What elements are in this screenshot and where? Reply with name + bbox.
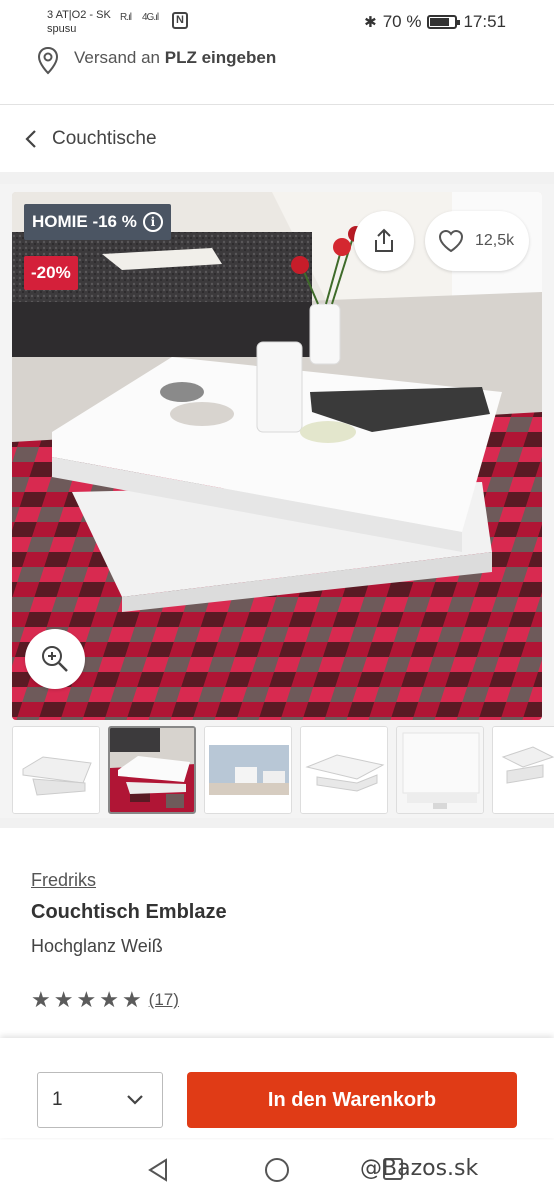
star-icon: ★ [76, 987, 97, 1012]
homie-badge[interactable]: HOMIE -16 % i [24, 204, 171, 240]
thumbnail-image [110, 728, 194, 812]
quantity-value: 1 [52, 1089, 63, 1110]
zoom-button[interactable] [25, 629, 85, 689]
quantity-select[interactable]: 1 [37, 1072, 163, 1128]
system-nav-bar: @Bazos.sk [0, 1140, 554, 1200]
battery-icon [427, 15, 461, 29]
discount-badge: -20% [24, 256, 78, 290]
postal-code-action[interactable]: PLZ eingeben [165, 48, 276, 67]
thumbnail-4[interactable] [300, 726, 388, 814]
rating[interactable]: ★ ★ ★ ★ ★ (17) [31, 989, 179, 1011]
chevron-down-icon [127, 1095, 143, 1105]
star-icon: ★ [53, 987, 74, 1012]
divider [0, 104, 554, 105]
pin-icon [37, 46, 59, 75]
star-icon: ★ [31, 987, 51, 1012]
favorite-button[interactable]: 12,5k [425, 211, 529, 271]
watermark: @Bazos.sk [360, 1156, 479, 1181]
info-icon[interactable]: i [142, 212, 163, 232]
heart-icon [438, 229, 464, 253]
status-right: ✱ 70 % 17:51 [364, 12, 506, 32]
home-icon[interactable] [264, 1157, 290, 1183]
thumbnail-image [493, 727, 554, 813]
thumbnail-5[interactable] [396, 726, 484, 814]
shipping-prefix: Versand an [74, 48, 161, 67]
product-subtitle: Hochglanz Weiß [31, 936, 163, 956]
purchase-bar: 1 In den Warenkorb [0, 1038, 554, 1138]
star-icon: ★ [121, 987, 142, 1012]
chevron-left-icon[interactable] [24, 129, 38, 149]
product-info: Fredriks Couchtisch Emblaze Hochglanz We… [0, 828, 554, 1038]
homie-badge-label: HOMIE -16 % [32, 212, 137, 231]
thumbnail-3[interactable] [204, 726, 292, 814]
brand-link[interactable]: Fredriks [31, 870, 96, 891]
thumbnail-2[interactable] [108, 726, 196, 814]
zoom-in-icon [42, 646, 68, 672]
thumbnail-image [301, 727, 387, 813]
product-photo [12, 192, 542, 720]
signal-icon-2: 4G.ıl [142, 12, 159, 23]
share-button[interactable] [354, 211, 414, 271]
status-bar: 3 AT|O2 - SK spusu R.ıl 4G.ıl N ✱ 70 % 1… [0, 0, 554, 42]
thumbnail-image [13, 727, 99, 813]
shipping-row[interactable]: Versand an PLZ eingeben [0, 40, 554, 104]
review-count[interactable]: (17) [149, 990, 179, 1010]
carrier-info: 3 AT|O2 - SK spusu [47, 8, 111, 36]
section-spacer [0, 818, 554, 828]
star-icon: ★ [99, 987, 119, 1012]
thumbnail-1[interactable] [12, 726, 100, 814]
add-to-cart-button[interactable]: In den Warenkorb [187, 1072, 517, 1128]
shipping-text[interactable]: Versand an PLZ eingeben [74, 48, 276, 68]
thumbnail-6[interactable] [492, 726, 554, 814]
breadcrumb[interactable]: Couchtische [0, 110, 554, 168]
thumbnail-image [397, 727, 483, 813]
signal-icon-1: R.ıl [120, 12, 132, 23]
product-image[interactable] [12, 192, 542, 720]
battery-percent: 70 % [382, 12, 422, 31]
carrier-line-1: 3 AT|O2 - SK [47, 9, 111, 21]
product-title: Couchtisch Emblaze [31, 901, 227, 923]
carrier-line-2: spusu [47, 23, 77, 35]
clock: 17:51 [463, 12, 506, 31]
share-icon [375, 228, 393, 252]
back-icon[interactable] [146, 1157, 170, 1183]
bluetooth-icon: ✱ [364, 14, 377, 31]
thumbnail-strip [12, 726, 554, 816]
favorite-count: 12,5k [475, 232, 515, 249]
section-spacer [0, 172, 554, 184]
breadcrumb-label[interactable]: Couchtische [52, 128, 157, 150]
nfc-icon: N [172, 12, 188, 29]
thumbnail-image [205, 727, 291, 813]
